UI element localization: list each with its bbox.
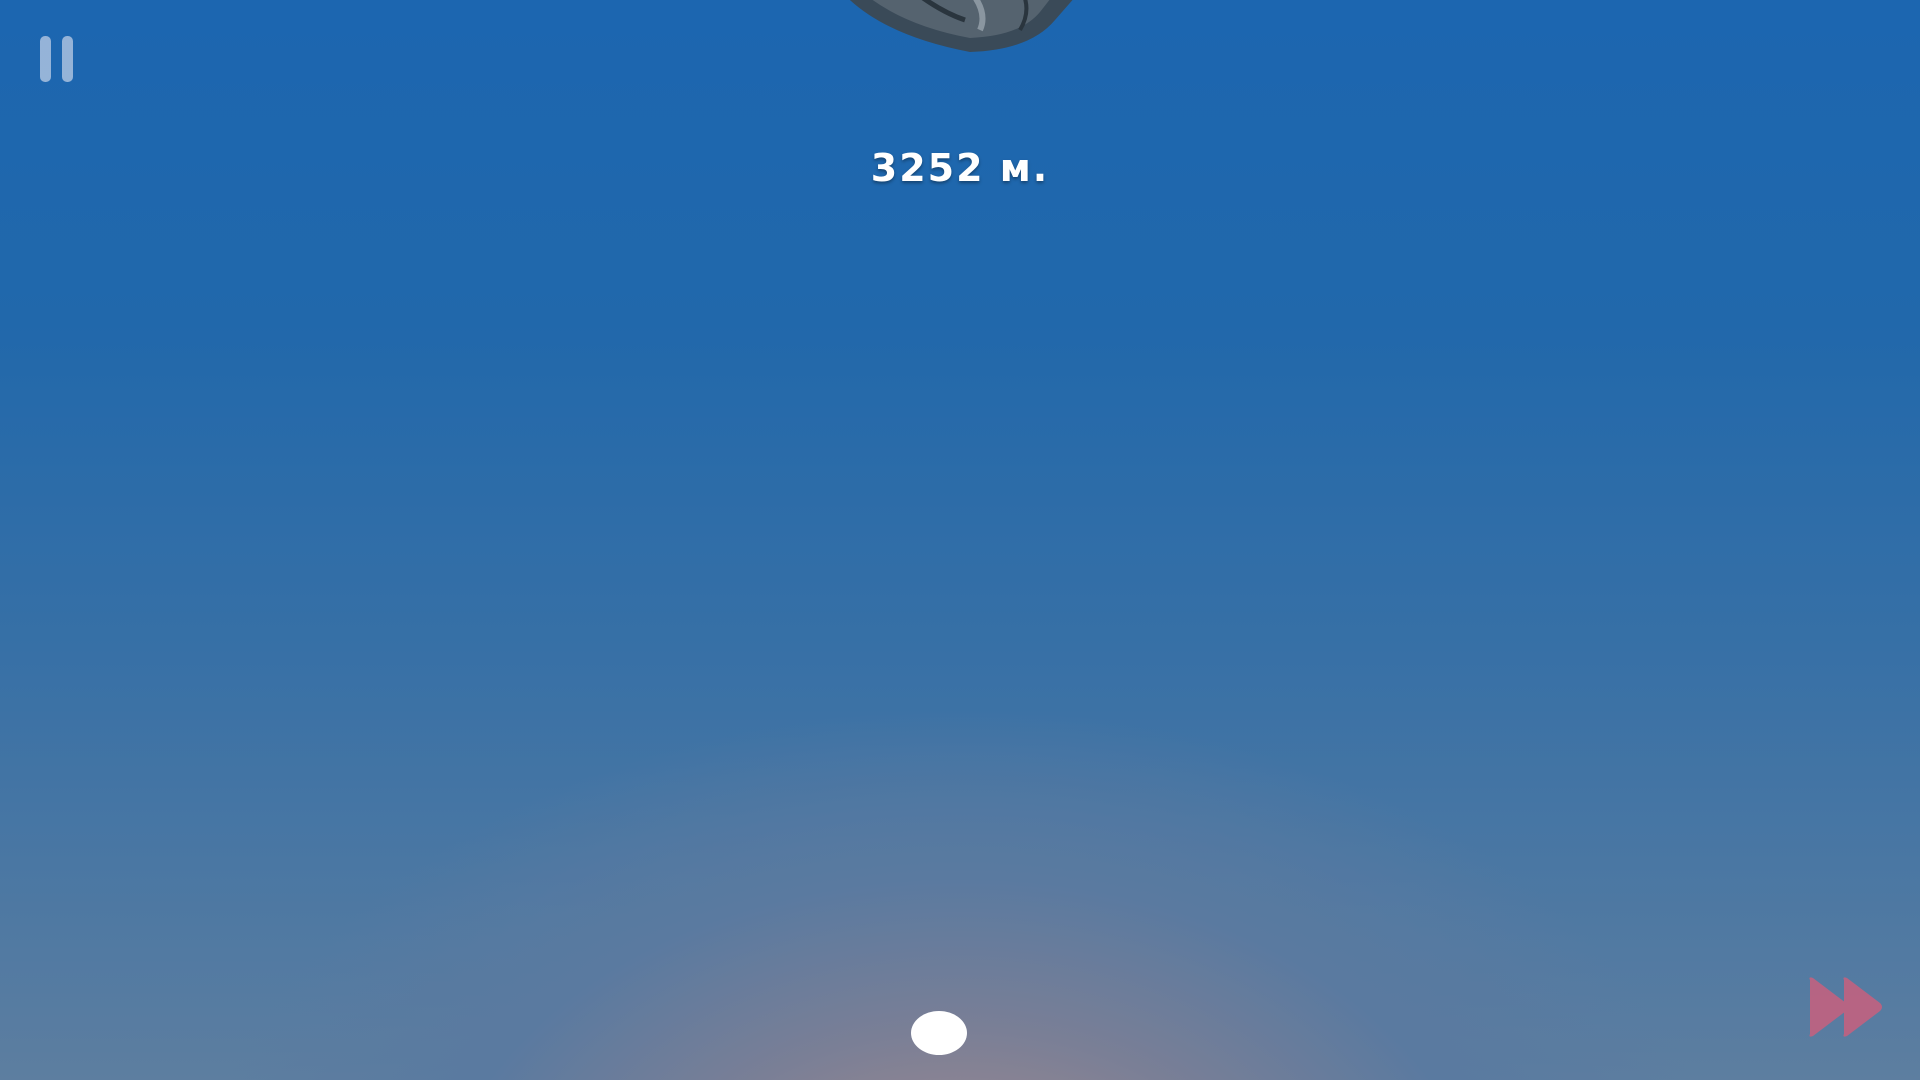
fast-forward-button[interactable]: [1808, 976, 1886, 1038]
pause-icon: [40, 36, 51, 82]
game-scene: 3252 м.: [0, 0, 1920, 1080]
pause-icon-bar: [62, 36, 73, 82]
altitude-readout: 3252 м.: [870, 146, 1050, 190]
pause-button[interactable]: [38, 36, 78, 82]
capsule-object: [850, 0, 1073, 52]
fast-forward-icon: [1809, 977, 1882, 1037]
target-marker: [911, 1011, 967, 1055]
